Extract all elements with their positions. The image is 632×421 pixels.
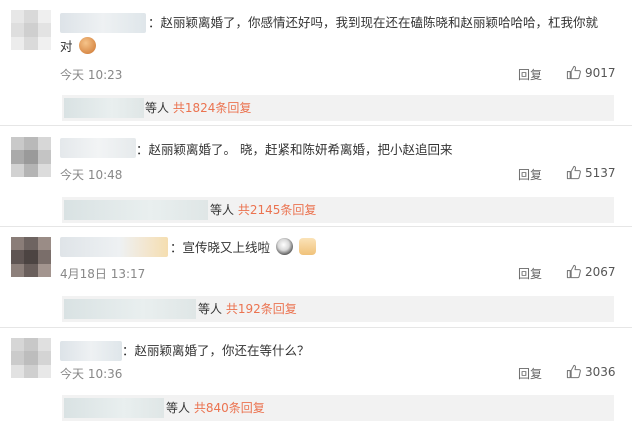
sub-reply-summary[interactable]: 等人 共1824条回复 bbox=[145, 98, 251, 118]
comment-item: ：赵丽颖离婚了。 晓，赶紧和陈妍希离婚，把小赵追回来 今天 10:48 回复 5… bbox=[0, 126, 632, 226]
comment-item: ：赵丽颖离婚了，你感情还好吗，我到现在还在磕陈晓和赵丽颖哈哈哈，杠我你就 对 今… bbox=[0, 0, 632, 125]
comment-text: ：赵丽颖离婚了，你还在等什么？ bbox=[122, 343, 310, 358]
like-count: 2067 bbox=[585, 264, 616, 279]
reply-button[interactable]: 回复 bbox=[518, 66, 542, 83]
reply-button[interactable]: 回复 bbox=[518, 166, 542, 183]
sub-reply-summary[interactable]: 等人 共840条回复 bbox=[166, 398, 265, 418]
thumbs-up-icon bbox=[566, 364, 581, 379]
sub-reply-users-blurred bbox=[64, 299, 196, 319]
reply-count-link[interactable]: 共1824条回复 bbox=[173, 101, 252, 115]
timestamp: 今天 10:48 bbox=[60, 168, 123, 182]
comment-text: ：宣传晓又上线啦 bbox=[170, 238, 316, 258]
timestamp: 今天 10:36 bbox=[60, 367, 123, 381]
comment-text: ：赵丽颖离婚了。 晓，赶紧和陈妍希离婚，把小赵追回来 bbox=[136, 142, 453, 157]
comment-item: ：赵丽颖离婚了，你还在等什么？ 今天 10:36 回复 3036 等人 共840… bbox=[0, 328, 632, 421]
reply-count-link[interactable]: 共2145条回复 bbox=[238, 203, 317, 217]
avatar[interactable] bbox=[11, 137, 51, 177]
comment-text-colon: ： bbox=[170, 240, 183, 255]
like-button[interactable]: 5137 bbox=[566, 165, 616, 180]
timestamp: 4月18日 13:17 bbox=[60, 267, 146, 281]
like-button[interactable]: 2067 bbox=[566, 264, 616, 279]
thumbs-up-icon bbox=[566, 264, 581, 279]
avatar[interactable] bbox=[11, 237, 51, 277]
reply-count-link[interactable]: 共840条回复 bbox=[194, 401, 265, 415]
sub-reply-summary[interactable]: 等人 共2145条回复 bbox=[210, 200, 316, 220]
avatar[interactable] bbox=[11, 10, 51, 50]
comment-item: ：宣传晓又上线啦 4月18日 13:17 回复 2067 等人 共192条回复 bbox=[0, 227, 632, 327]
reply-button[interactable]: 回复 bbox=[518, 265, 542, 282]
emoji-icon bbox=[276, 238, 294, 255]
sub-replies[interactable]: 等人 共2145条回复 bbox=[62, 197, 614, 223]
sub-replies[interactable]: 等人 共192条回复 bbox=[62, 296, 614, 322]
like-count: 3036 bbox=[585, 364, 616, 379]
emoji-icon bbox=[78, 37, 96, 54]
username-blurred[interactable] bbox=[60, 138, 136, 158]
thumbs-up-icon bbox=[566, 165, 581, 180]
sub-replies[interactable]: 等人 共840条回复 bbox=[62, 395, 614, 421]
sub-reply-summary[interactable]: 等人 共192条回复 bbox=[198, 299, 297, 319]
like-count: 9017 bbox=[585, 65, 616, 80]
like-button[interactable]: 3036 bbox=[566, 364, 616, 379]
reply-count-link[interactable]: 共192条回复 bbox=[226, 302, 297, 316]
sub-replies[interactable]: 等人 共1824条回复 bbox=[62, 95, 614, 121]
username-blurred[interactable] bbox=[60, 13, 146, 33]
reply-button[interactable]: 回复 bbox=[518, 365, 542, 382]
thumbs-up-icon bbox=[566, 65, 581, 80]
username-blurred[interactable] bbox=[60, 341, 122, 361]
victory-hand-icon bbox=[299, 238, 316, 255]
like-button[interactable]: 9017 bbox=[566, 65, 616, 80]
comment-text-line2: 对 bbox=[60, 37, 96, 57]
timestamp: 今天 10:23 bbox=[60, 68, 123, 82]
sub-reply-users-blurred bbox=[64, 398, 164, 418]
sub-reply-users-blurred bbox=[64, 200, 208, 220]
comment-text: ：赵丽颖离婚了，你感情还好吗，我到现在还在磕陈晓和赵丽颖哈哈哈，杠我你就 bbox=[148, 15, 599, 30]
sub-reply-users-blurred bbox=[64, 98, 144, 118]
avatar[interactable] bbox=[11, 338, 51, 378]
like-count: 5137 bbox=[585, 165, 616, 180]
username-blurred[interactable] bbox=[60, 237, 168, 257]
